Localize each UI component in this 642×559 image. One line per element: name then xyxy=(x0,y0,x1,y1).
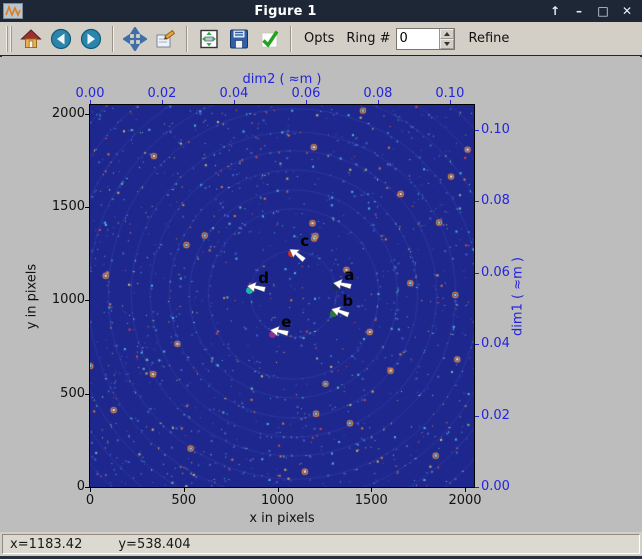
right-tick-mark xyxy=(475,415,479,417)
forward-icon xyxy=(80,28,102,49)
ring-number-label: Ring # xyxy=(346,31,391,46)
figure-toolbar: Opts Ring # Refine xyxy=(0,22,642,56)
x-axis-title: x in pixels xyxy=(249,511,315,526)
configure-subplots-button[interactable] xyxy=(195,25,223,53)
back-button[interactable] xyxy=(47,25,75,53)
right-tick-label: 0.00 xyxy=(481,479,510,494)
right-tick-mark xyxy=(475,487,479,488)
x-tick-label: 500 xyxy=(171,493,197,508)
cursor-x-value: x=1183.42 xyxy=(10,536,83,552)
y-tick-label: 1000 xyxy=(51,292,85,308)
opts-button[interactable]: Opts xyxy=(304,31,334,46)
right-tick-mark xyxy=(475,201,479,203)
x-tick-mark xyxy=(277,488,279,492)
toolbar-handle[interactable] xyxy=(6,25,12,52)
right-tick-mark xyxy=(475,129,479,131)
minimize-button[interactable]: – xyxy=(572,1,586,21)
x-tick-label: 2000 xyxy=(448,493,482,508)
right-tick-label: 0.04 xyxy=(481,336,510,352)
right-tick-mark xyxy=(475,272,479,274)
plot-overlay: ab c d e xyxy=(90,105,474,487)
y-tick-mark xyxy=(85,300,89,302)
top-tick-mark xyxy=(449,100,451,104)
y-tick-label: 0 xyxy=(76,479,85,494)
window-titlebar[interactable]: Figure 1 ↑ – □ ✕ xyxy=(0,0,642,22)
y-tick-mark xyxy=(85,113,89,115)
x-tick-label: 1500 xyxy=(354,493,388,508)
top-tick-mark xyxy=(90,100,91,104)
y-tick-label: 500 xyxy=(60,385,85,401)
x-tick-mark xyxy=(465,488,466,492)
peak-label-e: e xyxy=(281,313,292,332)
x-tick-label: 0 xyxy=(85,493,95,508)
plot-axes: ab c d e xyxy=(89,104,475,488)
y-tick-mark xyxy=(85,207,89,209)
x-tick-mark xyxy=(183,488,185,492)
top-tick-label: 0.08 xyxy=(363,86,393,101)
right-tick-label: 0.02 xyxy=(481,407,510,423)
y-tick-mark xyxy=(85,487,89,488)
forward-button[interactable] xyxy=(77,25,105,53)
save-icon xyxy=(230,29,248,48)
y-tick-label: 1500 xyxy=(51,199,85,215)
top-tick-mark xyxy=(161,100,163,104)
y-tick-mark xyxy=(85,393,89,395)
top-tick-label: 0.04 xyxy=(219,86,249,101)
top-axis-title: dim2 ( ≈m ) xyxy=(242,72,322,87)
apply-check-button[interactable] xyxy=(255,25,283,53)
top-tick-mark xyxy=(305,100,307,104)
top-tick-label: 0.02 xyxy=(147,86,177,101)
pan-icon xyxy=(123,26,147,51)
pan-button[interactable] xyxy=(121,25,149,53)
cursor-position-panel: x=1183.42 y=538.404 xyxy=(2,534,640,554)
configure-subplots-icon xyxy=(200,29,218,48)
toolbar-separator xyxy=(290,25,292,52)
spin-up-button[interactable] xyxy=(439,28,454,39)
shade-button[interactable]: ↑ xyxy=(548,1,562,21)
window-controls: ↑ – □ ✕ xyxy=(548,1,634,21)
right-tick-label: 0.08 xyxy=(481,193,510,209)
up-arrow-icon xyxy=(443,31,450,36)
window-title: Figure 1 xyxy=(254,3,317,19)
toolbar-separator xyxy=(186,25,188,52)
x-tick-mark xyxy=(371,488,373,492)
edit-button[interactable] xyxy=(151,25,179,53)
y-tick-label: 2000 xyxy=(51,105,85,121)
home-button[interactable] xyxy=(17,25,45,53)
save-button[interactable] xyxy=(225,25,253,53)
spin-down-button[interactable] xyxy=(439,38,454,49)
peak-label-c: c xyxy=(300,232,310,251)
figure-window: Figure 1 ↑ – □ ✕ Opts Ring # 0 Refine a … xyxy=(0,0,642,559)
back-icon xyxy=(50,28,72,49)
ring-number-input[interactable] xyxy=(396,29,439,48)
refine-button[interactable]: Refine xyxy=(469,31,510,46)
maximize-button[interactable]: □ xyxy=(596,1,610,21)
home-icon xyxy=(20,28,42,48)
peak-label-a: a xyxy=(344,266,355,285)
app-icon xyxy=(3,3,23,19)
peak-label-b: b xyxy=(342,292,354,311)
toolbar-separator xyxy=(112,25,114,52)
right-tick-label: 0.06 xyxy=(481,264,510,280)
top-tick-label: 0.06 xyxy=(291,86,321,101)
figure-canvas-area: abcde x in pixels y in pixels dim2 ( ≈m … xyxy=(0,57,642,532)
right-tick-label: 0.10 xyxy=(481,121,510,137)
top-tick-label: 0.10 xyxy=(435,86,465,101)
ring-number-spinbox xyxy=(395,27,455,50)
x-tick-mark xyxy=(90,488,91,492)
close-button[interactable]: ✕ xyxy=(620,1,634,21)
cursor-y-value: y=538.404 xyxy=(118,536,191,552)
edit-pencil-icon xyxy=(156,29,176,47)
top-tick-mark xyxy=(377,100,379,104)
top-tick-mark xyxy=(233,100,235,104)
peak-label-d: d xyxy=(258,269,269,288)
top-tick-label: 0.00 xyxy=(75,86,105,101)
x-tick-label: 1000 xyxy=(260,493,295,508)
down-arrow-icon xyxy=(443,41,450,46)
status-bar: x=1183.42 y=538.404 xyxy=(0,532,642,556)
right-tick-mark xyxy=(475,344,479,346)
right-axis-title: dim1 ( ≈m ) xyxy=(510,257,526,336)
check-icon xyxy=(261,30,279,48)
